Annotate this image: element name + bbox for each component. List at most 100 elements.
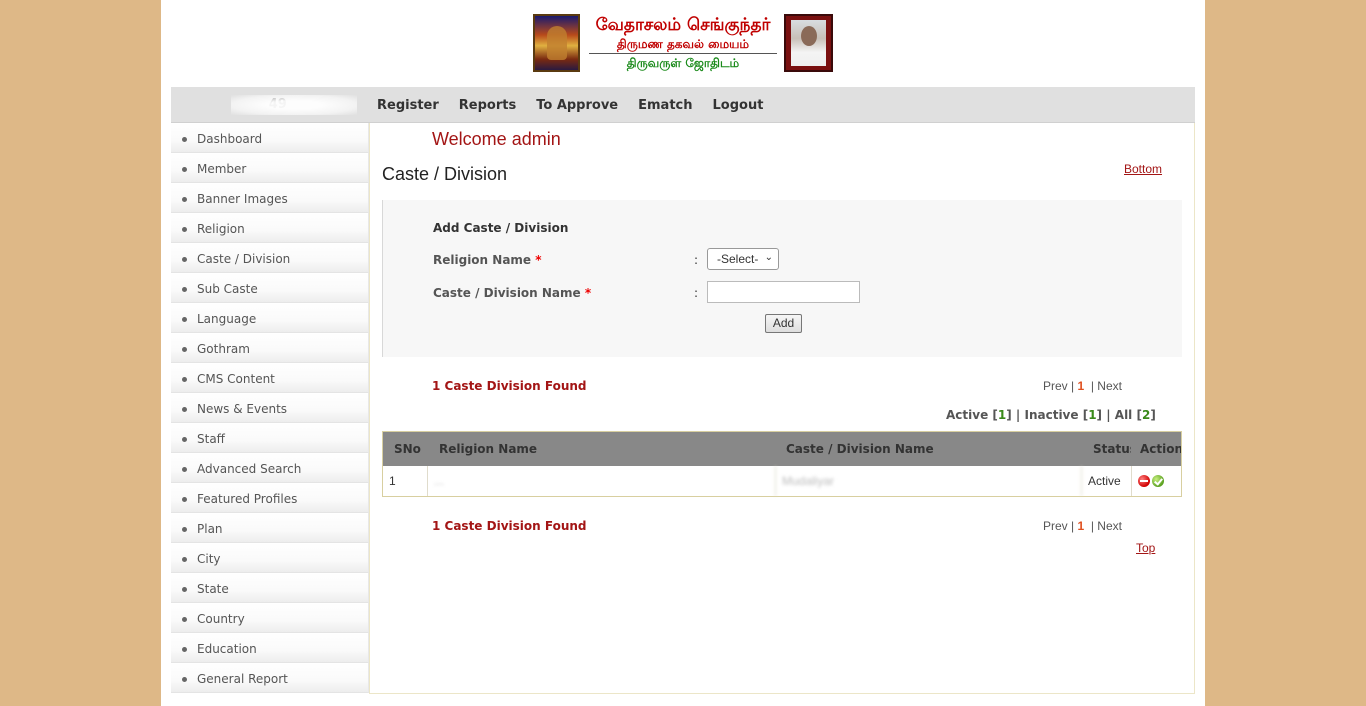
sidebar-item-featured-profiles[interactable]: Featured Profiles bbox=[171, 483, 369, 513]
site-logo[interactable]: வேதாசலம் செங்குந்தர் திருமண தகவல் மையம் … bbox=[533, 14, 833, 73]
nav-menu: Register Reports To Approve Ematch Logou… bbox=[377, 87, 783, 123]
sidebar-item-label: Sub Caste bbox=[197, 282, 258, 296]
prev-link[interactable]: Prev bbox=[1043, 519, 1068, 533]
bullet-icon bbox=[182, 557, 187, 562]
pagination-top: Prev | 1 | Next bbox=[1043, 379, 1122, 393]
sidebar-item-plan[interactable]: Plan bbox=[171, 513, 369, 543]
sidebar-item-staff[interactable]: Staff bbox=[171, 423, 369, 453]
sidebar-item-label: Banner Images bbox=[197, 192, 288, 206]
page-number[interactable]: 1 bbox=[1077, 379, 1084, 393]
sidebar-item-news-events[interactable]: News & Events bbox=[171, 393, 369, 423]
sidebar-item-label: Dashboard bbox=[197, 132, 263, 146]
sidebar-item-label: Plan bbox=[197, 522, 223, 536]
ip-redaction bbox=[231, 95, 357, 115]
nav-register[interactable]: Register bbox=[377, 98, 439, 113]
cell-action bbox=[1132, 466, 1181, 496]
caste-table: SNo Religion Name Caste / Division Name … bbox=[382, 431, 1182, 497]
bullet-icon bbox=[182, 647, 187, 652]
approve-icon[interactable] bbox=[1152, 475, 1164, 487]
religion-name-label: Religion Name * bbox=[433, 253, 542, 267]
page-number[interactable]: 1 bbox=[1077, 519, 1084, 533]
filter-inactive[interactable]: Inactive [1] bbox=[1024, 408, 1102, 422]
add-caste-form: Add Caste / Division Religion Name * : -… bbox=[382, 200, 1182, 357]
sidebar-item-cms-content[interactable]: CMS Content bbox=[171, 363, 369, 393]
table-row: 1 ... Mudaliyar Active bbox=[383, 466, 1181, 496]
sidebar-item-religion[interactable]: Religion bbox=[171, 213, 369, 243]
next-link[interactable]: Next bbox=[1097, 379, 1122, 393]
col-sno: SNo bbox=[394, 442, 421, 456]
bullet-icon bbox=[182, 257, 187, 262]
bullet-icon bbox=[182, 677, 187, 682]
header: வேதாசலம் செங்குந்தர் திருமண தகவல் மையம் … bbox=[161, 0, 1205, 87]
sidebar-item-city[interactable]: City bbox=[171, 543, 369, 573]
bullet-icon bbox=[182, 137, 187, 142]
cell-caste: Mudaliyar bbox=[776, 466, 1082, 496]
logo-text: வேதாசலம் செங்குந்தர் திருமண தகவல் மையம் … bbox=[585, 14, 781, 72]
bullet-icon bbox=[182, 287, 187, 292]
nav-to-approve[interactable]: To Approve bbox=[536, 98, 618, 113]
nav-logout[interactable]: Logout bbox=[713, 98, 764, 113]
sidebar-item-label: Gothram bbox=[197, 342, 250, 356]
results-count-top: 1 Caste Division Found bbox=[432, 379, 587, 393]
col-religion-name: Religion Name bbox=[439, 442, 538, 456]
sidebar-item-label: CMS Content bbox=[197, 372, 275, 386]
next-link[interactable]: Next bbox=[1097, 519, 1122, 533]
chevron-down-icon: ⌄ bbox=[764, 252, 773, 263]
colon: : bbox=[694, 286, 699, 300]
sidebar-item-caste-division[interactable]: Caste / Division bbox=[171, 243, 369, 273]
bullet-icon bbox=[182, 377, 187, 382]
sidebar-item-sub-caste[interactable]: Sub Caste bbox=[171, 273, 369, 303]
logo-title: வேதாசலம் செங்குந்தர் bbox=[595, 15, 771, 35]
filter-active[interactable]: Active [1] bbox=[946, 408, 1012, 422]
top-link[interactable]: Top bbox=[1136, 541, 1155, 555]
page-container: வேதாசலம் செங்குந்தர் திருமண தகவல் மையம் … bbox=[161, 0, 1205, 706]
sidebar-item-dashboard[interactable]: Dashboard bbox=[171, 123, 369, 153]
bullet-icon bbox=[182, 407, 187, 412]
bullet-icon bbox=[182, 497, 187, 502]
sidebar-item-education[interactable]: Education bbox=[171, 633, 369, 663]
founder-photo bbox=[784, 14, 833, 72]
sidebar-item-banner-images[interactable]: Banner Images bbox=[171, 183, 369, 213]
sidebar-item-advanced-search[interactable]: Advanced Search bbox=[171, 453, 369, 483]
colon: : bbox=[694, 253, 699, 267]
filter-all[interactable]: All [2] bbox=[1115, 408, 1156, 422]
bottom-link[interactable]: Bottom bbox=[1124, 162, 1162, 176]
nav-reports[interactable]: Reports bbox=[459, 98, 516, 113]
delete-icon[interactable] bbox=[1138, 475, 1150, 487]
sidebar-item-label: Language bbox=[197, 312, 257, 326]
bullet-icon bbox=[182, 467, 187, 472]
table-header: SNo Religion Name Caste / Division Name … bbox=[383, 432, 1181, 466]
sidebar-item-label: Caste / Division bbox=[197, 252, 291, 266]
sidebar-item-country[interactable]: Country bbox=[171, 603, 369, 633]
sidebar-item-label: Religion bbox=[197, 222, 245, 236]
bullet-icon bbox=[182, 617, 187, 622]
col-status: Status bbox=[1093, 442, 1131, 456]
sidebar-item-label: Staff bbox=[197, 432, 225, 446]
add-button[interactable]: Add bbox=[765, 314, 802, 333]
bullet-icon bbox=[182, 527, 187, 532]
col-caste-name: Caste / Division Name bbox=[786, 442, 934, 456]
cell-religion: ... bbox=[428, 466, 776, 496]
sidebar-item-label: State bbox=[197, 582, 229, 596]
bullet-icon bbox=[182, 227, 187, 232]
bullet-icon bbox=[182, 347, 187, 352]
sidebar-item-label: General Report bbox=[197, 672, 288, 686]
bullet-icon bbox=[182, 437, 187, 442]
cell-sno: 1 bbox=[383, 466, 428, 496]
prev-link[interactable]: Prev bbox=[1043, 379, 1068, 393]
sidebar-item-language[interactable]: Language bbox=[171, 303, 369, 333]
sidebar-item-label: Education bbox=[197, 642, 257, 656]
sidebar-item-gothram[interactable]: Gothram bbox=[171, 333, 369, 363]
religion-select-value: -Select- bbox=[717, 252, 759, 266]
sidebar: Dashboard Member Banner Images Religion … bbox=[171, 123, 369, 693]
sidebar-item-member[interactable]: Member bbox=[171, 153, 369, 183]
deity-image bbox=[533, 14, 580, 72]
sidebar-item-label: Featured Profiles bbox=[197, 492, 298, 506]
sidebar-item-general-report[interactable]: General Report bbox=[171, 663, 369, 693]
main-content: Welcome admin Caste / Division Bottom Ad… bbox=[369, 123, 1195, 694]
sidebar-item-state[interactable]: State bbox=[171, 573, 369, 603]
bullet-icon bbox=[182, 167, 187, 172]
religion-select[interactable]: -Select- ⌄ bbox=[707, 248, 779, 270]
nav-ematch[interactable]: Ematch bbox=[638, 98, 692, 113]
caste-name-input[interactable] bbox=[707, 281, 860, 303]
